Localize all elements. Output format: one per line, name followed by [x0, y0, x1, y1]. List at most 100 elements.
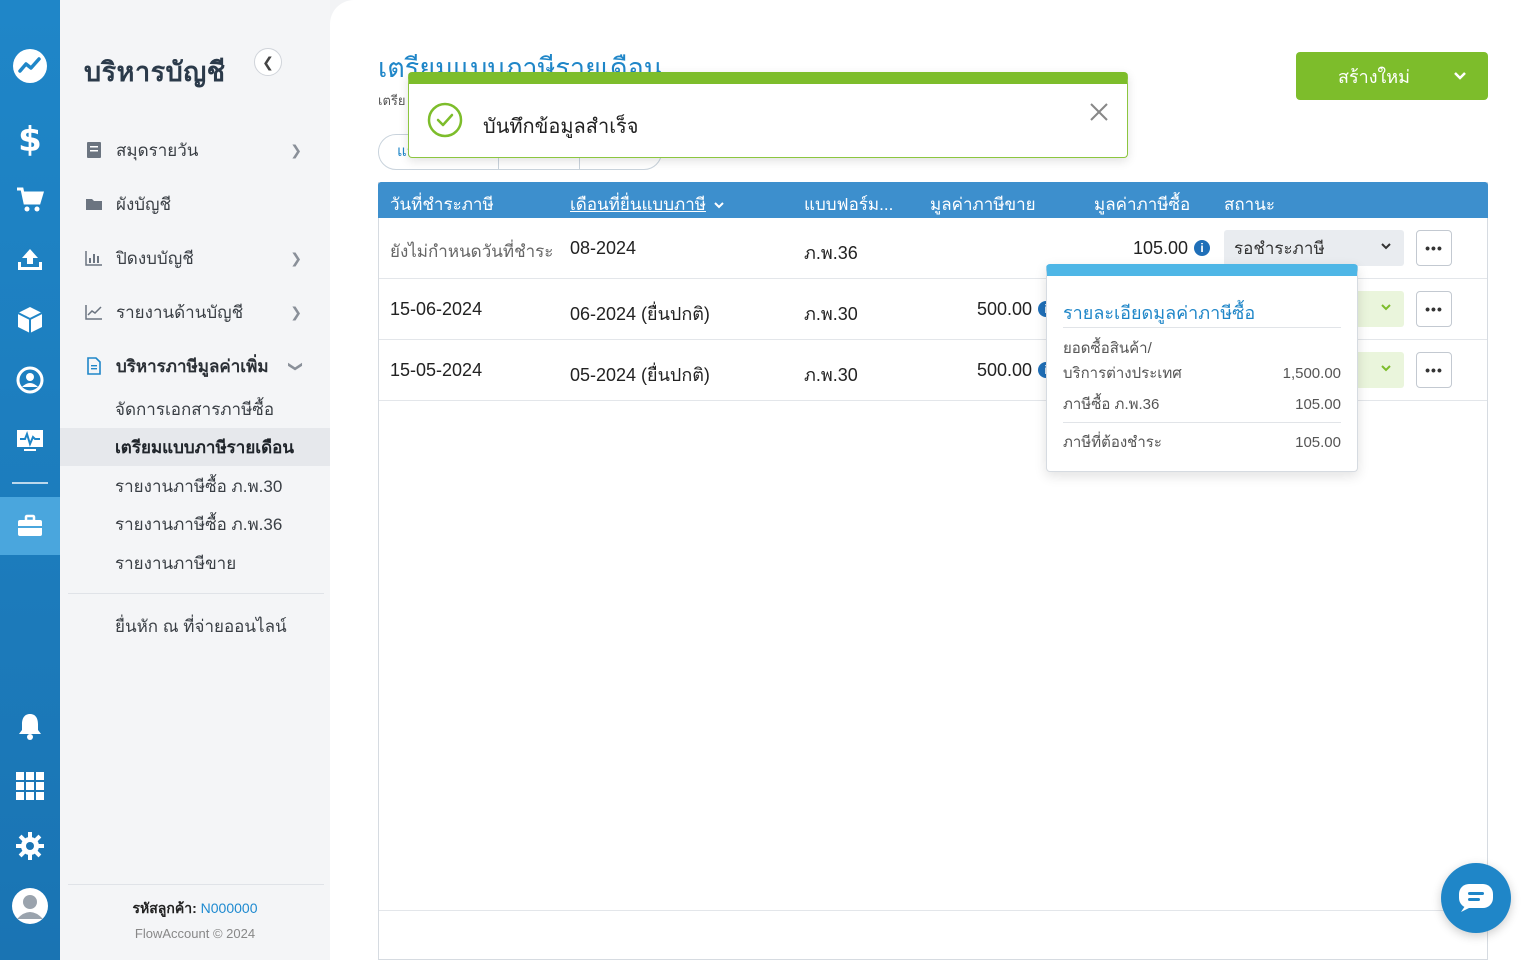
bell-icon[interactable] [0, 698, 60, 754]
table-header: วันที่ชำระภาษี เดือนที่ยื่นแบบภาษี แบบฟอ… [378, 182, 1488, 218]
cell-form: ภ.พ.30 [804, 304, 858, 324]
sidebar-item-label: รายงานด้านบัญชี [116, 302, 244, 322]
more-icon: ••• [1425, 301, 1443, 317]
more-icon: ••• [1425, 362, 1443, 378]
bar-chart-icon [84, 250, 104, 266]
sidebar-subitem-monthly-tax-form[interactable]: เตรียมแบบภาษีรายเดือน [60, 428, 330, 466]
dashboard-icon[interactable] [0, 38, 60, 94]
toast-message: บันทึกข้อมูลสำเร็จ [483, 116, 639, 138]
book-icon [84, 141, 104, 159]
sidebar-item-label: ปิดงบบัญชี [116, 248, 194, 268]
status-label: รอชำระภาษี [1234, 238, 1325, 258]
box-icon[interactable] [0, 292, 60, 348]
sidebar-item-accounting-reports[interactable]: รายงานด้านบัญชี ❯ [60, 292, 330, 332]
customer-id-label: รหัสลูกค้า: [132, 900, 197, 916]
more-actions-button[interactable]: ••• [1416, 352, 1452, 388]
sidebar-item-chart-of-accounts[interactable]: ผังบัญชี [60, 184, 330, 224]
cell-month: 06-2024 (ยื่นปกติ) [570, 304, 710, 324]
cell-form: ภ.พ.30 [804, 365, 858, 385]
cell-pay-date: 15-05-2024 [390, 360, 483, 380]
sidebar-subitem-sales-tax-report[interactable]: รายงานภาษีขาย [60, 544, 330, 582]
sidebar-item-vat[interactable]: บริหารภาษีมูลค่าเพิ่ม ❯ [60, 346, 330, 386]
popover-divider [1063, 422, 1341, 423]
table-footer-divider [379, 910, 1487, 911]
popover-total-label: ภาษีที่ต้องชำระ [1063, 434, 1162, 451]
popover-line1-a: ยอดซื้อสินค้า/ [1063, 340, 1152, 357]
column-header-purchase-tax[interactable]: มูลค่าภาษีซื้อ [1094, 191, 1190, 218]
chevron-down-icon[interactable] [1432, 71, 1488, 81]
sidebar-item-label: บริหารภาษีมูลค่าเพิ่ม [116, 356, 269, 376]
create-new-label: สร้างใหม่ [1337, 66, 1411, 87]
column-header-sales-tax[interactable]: มูลค่าภาษีขาย [930, 191, 1036, 218]
apps-grid-icon[interactable] [0, 758, 60, 814]
sidebar-divider [68, 593, 324, 594]
sort-desc-icon[interactable] [713, 194, 725, 214]
collapse-sidebar-button[interactable]: ❮ [254, 48, 282, 76]
column-header-form[interactable]: แบบฟอร์ม... [804, 191, 893, 218]
sidebar-subitem-pp36-report[interactable]: รายงานภาษีซื้อ ภ.พ.36 [60, 505, 330, 543]
sidebar-item-journal[interactable]: สมุดรายวัน ❯ [60, 130, 330, 170]
success-toast: บันทึกข้อมูลสำเร็จ [408, 72, 1128, 158]
chat-icon [1459, 884, 1493, 912]
user-avatar-icon[interactable] [0, 878, 60, 934]
popover-line1-value: 1,500.00 [1282, 365, 1341, 382]
cell-form: ภ.พ.36 [804, 243, 858, 263]
cart-icon[interactable] [0, 172, 60, 228]
create-new-button[interactable]: สร้างใหม่ [1296, 52, 1488, 100]
check-circle-icon [427, 102, 463, 138]
popover-line2-label: ภาษีซื้อ ภ.พ.36 [1063, 396, 1160, 413]
sidebar-subitem-pp30-report[interactable]: รายงานภาษีซื้อ ภ.พ.30 [60, 467, 330, 505]
document-icon [84, 357, 104, 375]
chevron-down-icon [1380, 361, 1392, 382]
folder-icon [84, 197, 104, 211]
popover-line2-value: 105.00 [1295, 396, 1341, 413]
cell-sales-tax: 500.00i [977, 299, 1055, 320]
sidebar-subitem-purchase-tax-docs[interactable]: จัดการเอกสารภาษีซื้อ [60, 390, 330, 428]
dollar-icon[interactable]: $ [0, 112, 60, 168]
sidebar-divider [68, 884, 324, 885]
customer-id[interactable]: N000000 [201, 900, 258, 916]
purchase-tax-value: 105.00 [1133, 238, 1189, 258]
line-chart-icon [84, 304, 104, 320]
sidebar-title: บริหารบัญชี [84, 57, 226, 87]
popover-divider [1063, 327, 1341, 328]
popover-line1-b: บริการต่างประเทศ [1063, 365, 1182, 382]
sidebar-item-closing[interactable]: ปิดงบบัญชี ❯ [60, 238, 330, 278]
column-header-pay-date[interactable]: วันที่ชำระภาษี [390, 191, 494, 218]
cell-month: 05-2024 (ยื่นปกติ) [570, 365, 710, 385]
icon-rail: $ [0, 0, 60, 960]
chevron-right-icon: ❯ [290, 249, 302, 266]
page-subtitle: เตรีย [378, 93, 406, 108]
monitor-icon[interactable] [0, 412, 60, 468]
upload-icon[interactable] [0, 232, 60, 288]
sales-tax-value: 500.00 [977, 299, 1033, 319]
chevron-down-icon [1380, 239, 1392, 260]
popover-total-value: 105.00 [1295, 434, 1341, 451]
contact-icon[interactable] [0, 352, 60, 408]
info-icon[interactable]: i [1194, 240, 1211, 256]
more-actions-button[interactable]: ••• [1416, 291, 1452, 327]
chevron-right-icon: ❯ [290, 303, 302, 320]
chat-button[interactable] [1441, 863, 1511, 933]
cell-purchase-tax: 105.00 i [1133, 238, 1211, 259]
sidebar-item-label: ผังบัญชี [116, 194, 172, 214]
cell-pay-date: ยังไม่กำหนดวันที่ชำระ [390, 242, 554, 261]
cell-month: 08-2024 [570, 238, 637, 258]
rail-divider [12, 482, 48, 484]
chevron-down-icon [1380, 300, 1392, 321]
chevron-left-icon: ❮ [262, 53, 274, 70]
sidebar-footer: รหัสลูกค้า: N000000 FlowAccount © 2024 [60, 898, 330, 941]
column-header-month[interactable]: เดือนที่ยื่นแบบภาษี [570, 191, 706, 218]
gear-icon[interactable] [0, 818, 60, 874]
column-header-status[interactable]: สถานะ [1224, 191, 1275, 218]
sidebar-item-online-withholding[interactable]: ยื่นหัก ณ ที่จ่ายออนไลน์ [60, 607, 330, 645]
purchase-tax-popover: รายละเอียดมูลค่าภาษีซื้อ ยอดซื้อสินค้า/ … [1046, 264, 1358, 472]
copyright: FlowAccount © 2024 [134, 926, 256, 941]
sales-tax-value: 500.00 [977, 360, 1033, 380]
more-icon: ••• [1425, 240, 1443, 256]
close-icon[interactable] [1087, 100, 1111, 124]
cell-sales-tax: 500.00i [977, 360, 1055, 381]
more-actions-button[interactable]: ••• [1416, 230, 1452, 266]
briefcase-icon[interactable] [0, 497, 60, 555]
status-select[interactable]: รอชำระภาษี [1224, 230, 1404, 266]
